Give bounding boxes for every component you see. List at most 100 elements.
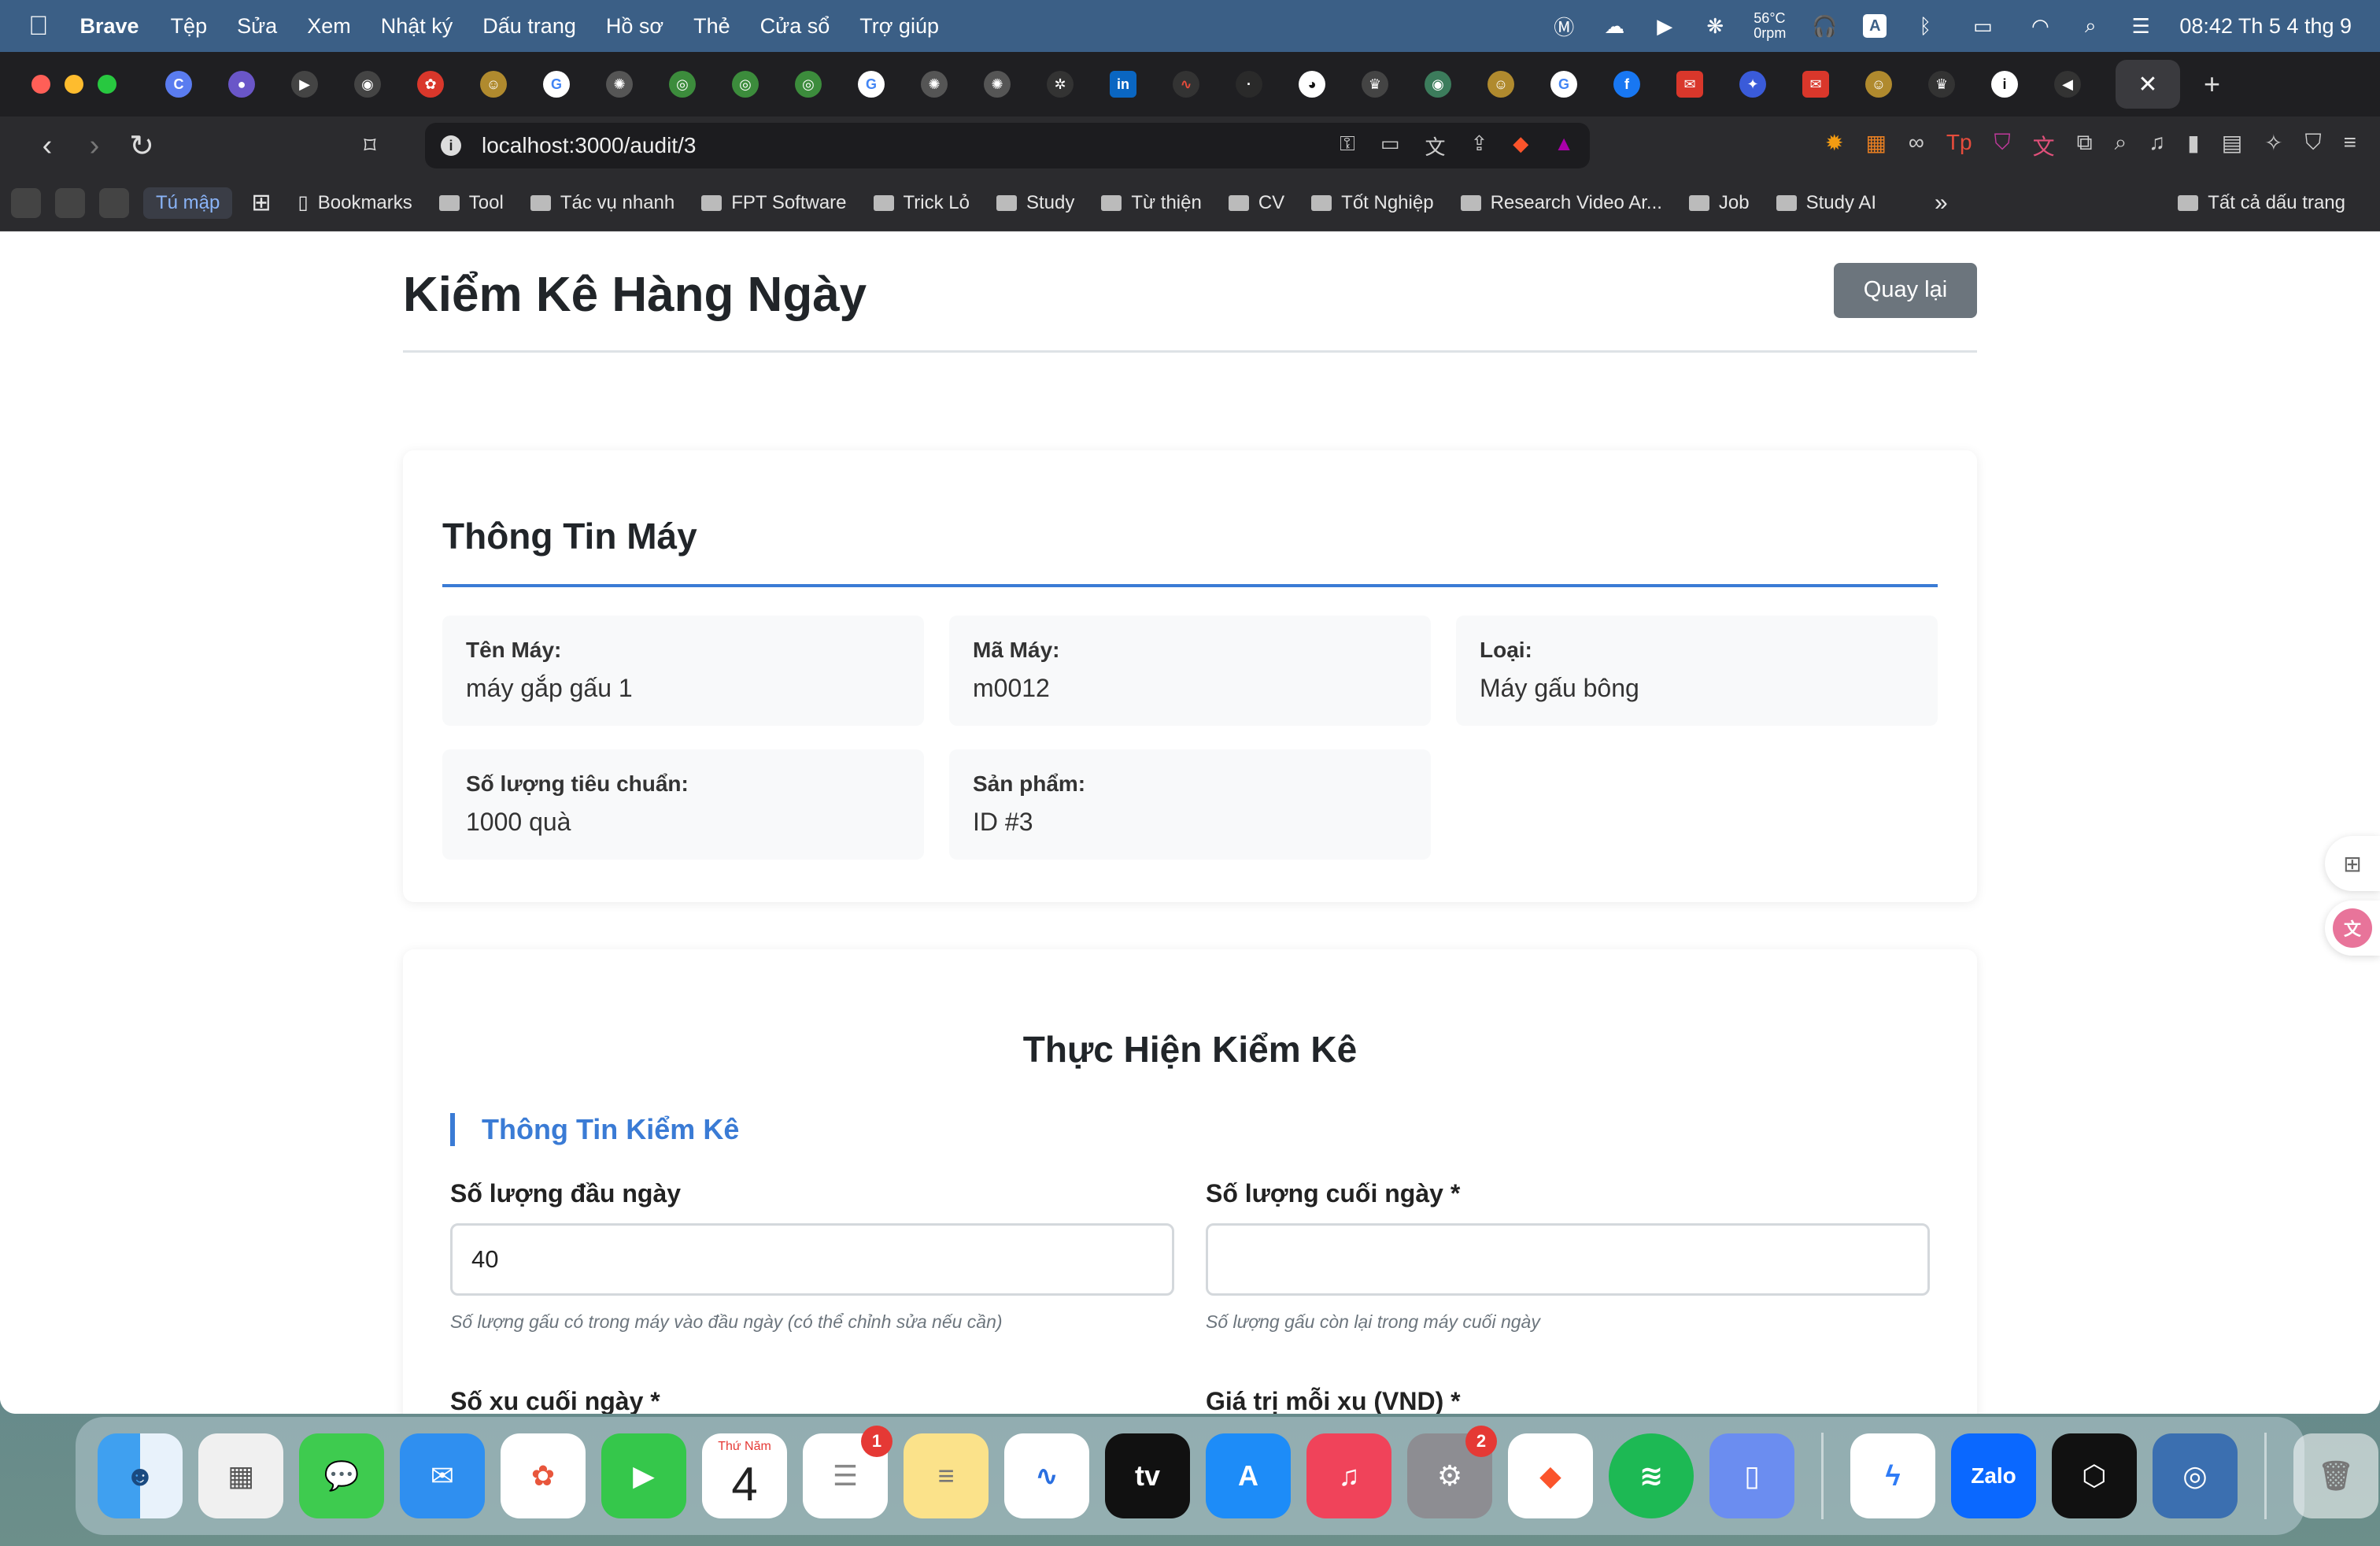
reminders-icon[interactable]: ☰ 1	[803, 1426, 893, 1518]
notes-icon[interactable]: ≡	[904, 1433, 989, 1518]
tab-favicon-green-1[interactable]: ◎	[669, 71, 696, 98]
tab-favicon-facebook[interactable]: f	[1613, 71, 1640, 98]
extension-shield-icon[interactable]: ⛉	[1994, 130, 2011, 161]
new-tab-button[interactable]: +	[2204, 68, 2220, 101]
bookmark-folder-tool[interactable]: Tool	[438, 192, 504, 214]
bookmark-folder-research[interactable]: Research Video Ar...	[1460, 192, 1662, 214]
main-menu-icon[interactable]: ≡	[2344, 130, 2356, 161]
start-quantity-input[interactable]	[450, 1223, 1174, 1296]
menu-help[interactable]: Trợ giúp	[859, 14, 939, 39]
tab-favicon-info[interactable]: i	[1991, 71, 2018, 98]
bookmark-folder-study[interactable]: Study	[996, 192, 1074, 214]
tab-favicon-person-2[interactable]: ☺	[1488, 71, 1514, 98]
extension-search-icon[interactable]: ⌕	[2115, 130, 2127, 161]
bookmark-folder-quick-actions[interactable]: Tác vụ nhanh	[530, 192, 674, 214]
reload-icon[interactable]: ↻	[118, 128, 165, 164]
bookmark-folder-fpt[interactable]: FPT Software	[701, 192, 847, 214]
input-source-icon[interactable]: A	[1863, 14, 1887, 38]
menu-view[interactable]: Xem	[307, 14, 351, 39]
spotify-icon[interactable]: ≋	[1609, 1433, 1694, 1518]
menu-edit[interactable]: Sửa	[237, 14, 277, 39]
menu-window[interactable]: Cửa sổ	[760, 14, 830, 39]
bookmark-all-bookmarks[interactable]: Tất cả dấu trang	[2178, 192, 2345, 214]
menu-profiles[interactable]: Hồ sơ	[606, 14, 663, 39]
media-controls-icon[interactable]: ♫	[2149, 130, 2165, 161]
brave-shields-icon[interactable]: ◆	[1513, 131, 1528, 161]
m-status-icon[interactable]: Ⓜ	[1552, 14, 1576, 39]
wifi-icon[interactable]: ◠	[2028, 14, 2052, 38]
menu-tab[interactable]: Thẻ	[693, 14, 730, 39]
photos-icon[interactable]: ✿	[501, 1433, 586, 1518]
messages-icon[interactable]: 💬	[299, 1433, 384, 1518]
address-bar[interactable]: i localhost:3000/audit/3 ⚿ ▭ 文 ⇪ ◆ ▲	[425, 123, 1590, 168]
battery-icon[interactable]: ▭	[1964, 14, 2001, 38]
menubar-clock[interactable]: 08:42 Th 5 4 thg 9	[2179, 14, 2352, 39]
tab-favicon-linkedin[interactable]: in	[1110, 71, 1136, 98]
brave-rewards-icon[interactable]: ▲	[1554, 131, 1574, 161]
brave-browser-icon[interactable]: ◆	[1508, 1433, 1593, 1518]
menu-app-name[interactable]: Brave	[80, 14, 139, 39]
zalo-icon[interactable]: Zalo	[1951, 1433, 2036, 1518]
close-window-button[interactable]	[31, 75, 50, 94]
floating-translate-button[interactable]: 文	[2325, 901, 2380, 956]
bookmarks-overflow-button[interactable]: »	[1935, 190, 1948, 216]
cast-icon[interactable]: ▭	[1380, 131, 1400, 161]
tab-favicon-google[interactable]: G	[543, 71, 570, 98]
extension-translate-icon[interactable]: 文	[2033, 130, 2055, 161]
spotlight-search-icon[interactable]: ⌕	[2079, 13, 2102, 38]
control-center-icon[interactable]: ☰	[2129, 14, 2153, 38]
profile-square-2[interactable]	[55, 187, 85, 218]
tab-favicon-crown[interactable]: ♛	[1362, 71, 1388, 98]
sidebar-toggle-icon[interactable]: ▮	[2187, 130, 2199, 161]
profile-square-3[interactable]	[99, 187, 129, 218]
back-button[interactable]: Quay lại	[1834, 262, 1977, 318]
floating-apps-button[interactable]: ⊞	[2325, 836, 2380, 891]
tab-favicon-dark[interactable]: ·	[1236, 71, 1262, 98]
tab-favicon-gear-2[interactable]: ✺	[921, 71, 948, 98]
cloud-icon[interactable]: ☁	[1602, 14, 1626, 38]
tab-favicon-person-3[interactable]: ☺	[1865, 71, 1892, 98]
disk-utility-icon[interactable]: ◎	[2153, 1433, 2238, 1518]
simulator-icon[interactable]: ▯	[1709, 1433, 1794, 1518]
bookmark-folder-cv[interactable]: CV	[1228, 192, 1284, 214]
tab-favicon-speaker[interactable]: ◀	[2054, 71, 2081, 98]
freeform-icon[interactable]: ∿	[1004, 1433, 1089, 1518]
launchpad-icon[interactable]: ▦	[198, 1433, 283, 1518]
menu-bookmarks[interactable]: Dấu trang	[482, 14, 576, 39]
extensions-puzzle-icon[interactable]: ⧉	[2077, 130, 2093, 161]
tab-favicon-red[interactable]: ✿	[417, 71, 444, 98]
minimize-window-button[interactable]	[65, 75, 83, 94]
trash-icon[interactable]: 🗑	[2293, 1433, 2378, 1518]
system-settings-icon[interactable]: ⚙ 2	[1407, 1426, 1497, 1518]
apple-menu-icon[interactable]: 	[28, 11, 49, 42]
tab-favicon-github[interactable]: ◕	[1299, 71, 1325, 98]
tab-favicon-openai[interactable]: ✲	[1047, 71, 1074, 98]
zoom-window-button[interactable]	[98, 75, 116, 94]
music-icon[interactable]: ♫	[1306, 1433, 1391, 1518]
play-icon[interactable]: ▶	[1653, 14, 1676, 38]
tab-favicon-c[interactable]: C	[165, 71, 192, 98]
bookmark-folder-charity[interactable]: Từ thiện	[1101, 192, 1202, 214]
extension-tp-icon[interactable]: Tp	[1946, 130, 1972, 161]
tab-favicon-gear-3[interactable]: ✺	[984, 71, 1011, 98]
back-icon[interactable]: ‹	[24, 129, 71, 163]
tab-favicon-eye[interactable]: ◉	[354, 71, 381, 98]
tab-favicon-google-2[interactable]: G	[858, 71, 885, 98]
tab-favicon-sparkle[interactable]: ✦	[1739, 71, 1766, 98]
tab-favicon-crown-2[interactable]: ♛	[1928, 71, 1955, 98]
bookmark-folder-graduation[interactable]: Tốt Nghiệp	[1311, 192, 1434, 214]
facetime-icon[interactable]: ▶	[601, 1433, 686, 1518]
tab-favicon-orb[interactable]: ●	[228, 71, 255, 98]
wallet-icon[interactable]: ▤	[2222, 130, 2242, 161]
tab-favicon-google-3[interactable]: G	[1550, 71, 1577, 98]
bookmarks-profile-chip[interactable]: Tú mập	[143, 187, 233, 219]
extension-glasses-icon[interactable]: ∞	[1909, 130, 1924, 161]
apps-grid-icon[interactable]: ⊞	[251, 189, 271, 216]
translate-icon[interactable]: 文	[1425, 131, 1445, 161]
app-store-icon[interactable]: A	[1206, 1433, 1291, 1518]
active-tab-close-icon[interactable]: ✕	[2116, 60, 2180, 109]
tab-favicon-person[interactable]: ☺	[480, 71, 507, 98]
tab-favicon-green-2[interactable]: ◎	[732, 71, 759, 98]
tab-favicon-play[interactable]: ▶	[291, 71, 318, 98]
share-icon[interactable]: ⇪	[1470, 131, 1488, 161]
